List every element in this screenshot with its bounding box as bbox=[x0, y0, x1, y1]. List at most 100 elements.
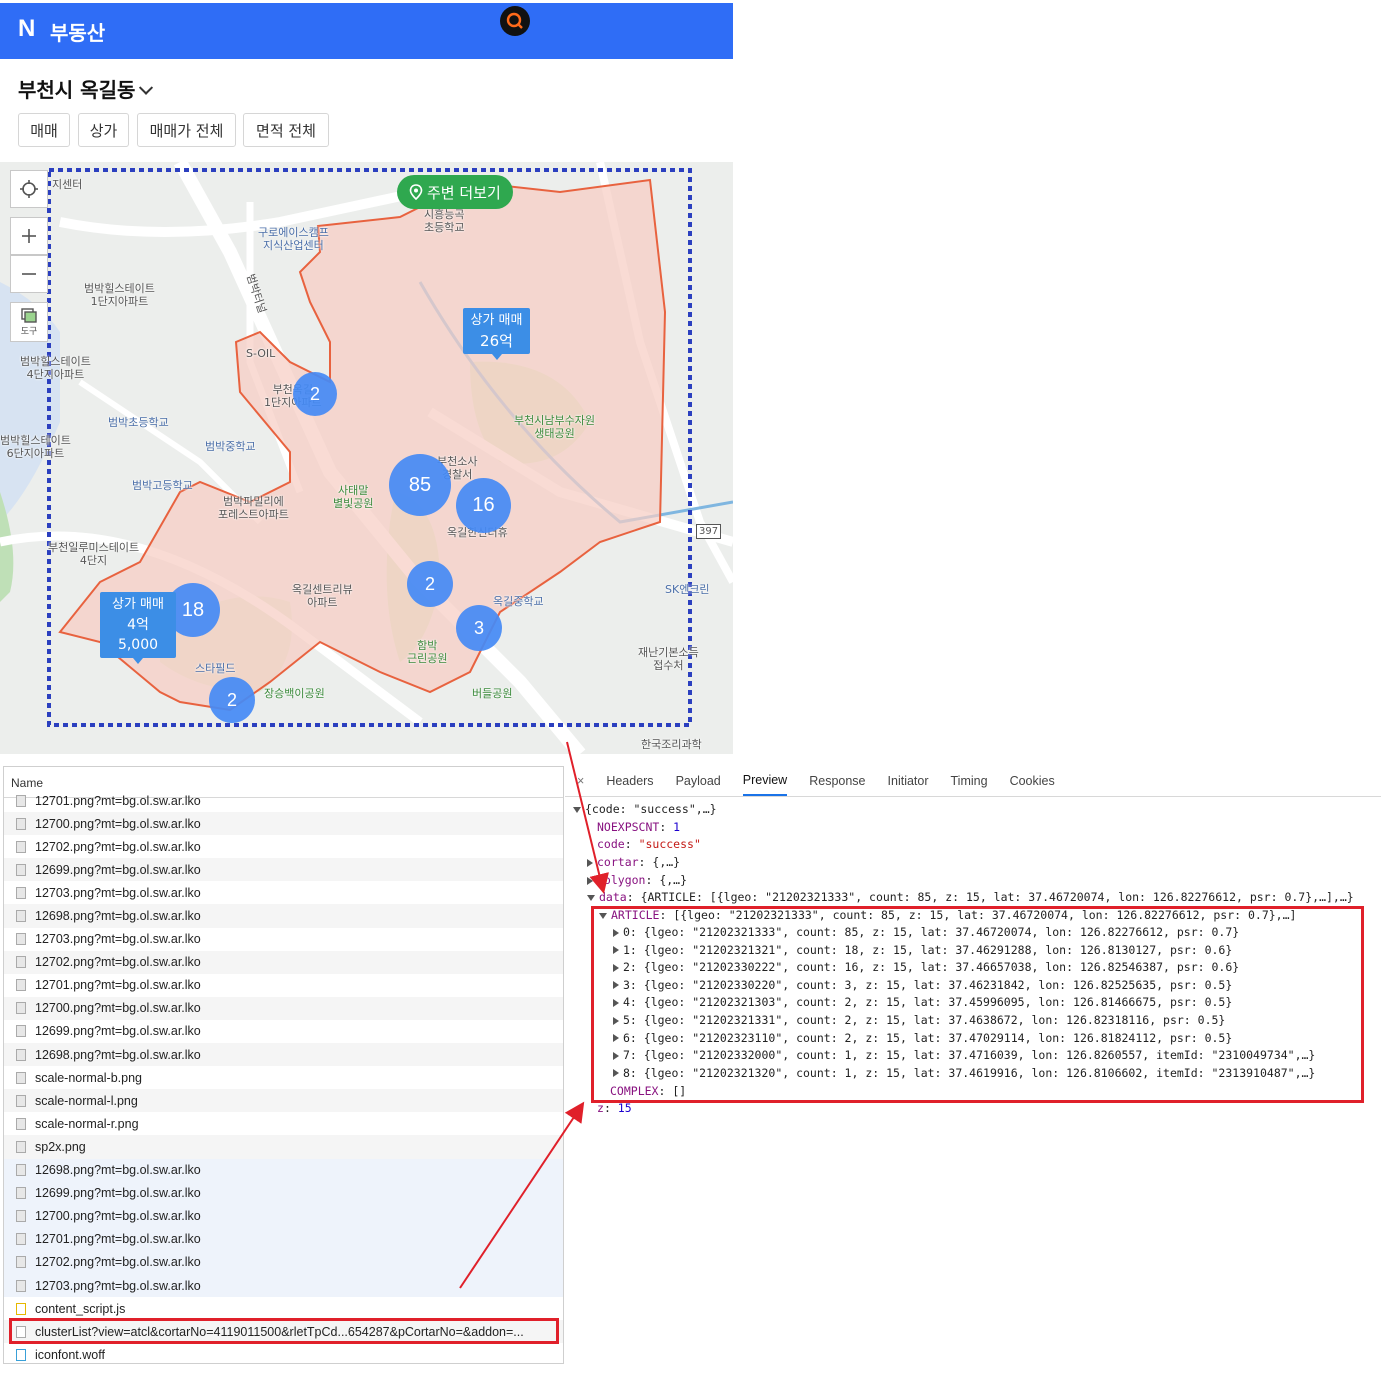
image-file-icon bbox=[16, 910, 26, 923]
tools-button[interactable]: 도구 bbox=[10, 302, 48, 342]
cluster-marker[interactable]: 2 bbox=[407, 561, 453, 607]
request-row[interactable]: 12700.png?mt=bg.ol.sw.ar.lko bbox=[4, 1204, 563, 1228]
minus-icon bbox=[22, 273, 36, 275]
request-row[interactable]: 12700.png?mt=bg.ol.sw.ar.lko bbox=[4, 812, 563, 836]
article-item[interactable]: 4: {lgeo: "21202321303", count: 2, z: 15… bbox=[613, 994, 1232, 1012]
cluster-marker[interactable]: 3 bbox=[456, 605, 502, 651]
image-file-icon bbox=[16, 1071, 26, 1084]
filter-trade-type[interactable]: 매매 bbox=[18, 113, 70, 147]
image-file-icon bbox=[16, 1233, 26, 1246]
json-property[interactable]: data: {ARTICLE: [{lgeo: "21202321333", c… bbox=[587, 889, 1354, 907]
tab-initiator[interactable]: Initiator bbox=[888, 767, 929, 795]
map-label: 범박초등학교 bbox=[108, 416, 169, 429]
request-row[interactable]: 12701.png?mt=bg.ol.sw.ar.lko bbox=[4, 974, 563, 997]
price-tag[interactable]: 상가 매매 4억 5,000 bbox=[100, 592, 176, 664]
filter-area[interactable]: 면적 전체 bbox=[243, 113, 329, 147]
article-item-text: 1: {lgeo: "21202321321", count: 18, z: 1… bbox=[623, 942, 1233, 957]
request-row[interactable]: 12699.png?mt=bg.ol.sw.ar.lko bbox=[4, 858, 563, 882]
tab-headers[interactable]: Headers bbox=[606, 767, 653, 795]
article-item[interactable]: 8: {lgeo: "21202321320", count: 1, z: 15… bbox=[613, 1065, 1315, 1083]
request-row[interactable]: content_script.js bbox=[4, 1297, 563, 1320]
image-file-icon bbox=[16, 933, 26, 946]
request-row[interactable]: scale-normal-b.png bbox=[4, 1066, 563, 1089]
cluster-marker[interactable]: 2 bbox=[293, 372, 337, 416]
request-row[interactable]: 12698.png?mt=bg.ol.sw.ar.lko bbox=[4, 1043, 563, 1067]
request-name: 12700.png?mt=bg.ol.sw.ar.lko bbox=[35, 1001, 201, 1016]
article-item[interactable]: 6: {lgeo: "21202323110", count: 2, z: 15… bbox=[613, 1030, 1232, 1048]
json-property[interactable]: cortar: {,…} bbox=[587, 854, 680, 872]
filter-property-type[interactable]: 상가 bbox=[78, 113, 129, 147]
nearby-more-button[interactable]: 주변 더보기 bbox=[397, 175, 513, 209]
request-row[interactable]: 12698.png?mt=bg.ol.sw.ar.lko bbox=[4, 904, 563, 928]
search-button[interactable] bbox=[500, 6, 530, 36]
map-label: 함박 근린공원 bbox=[407, 639, 448, 665]
current-location-button[interactable] bbox=[10, 170, 48, 208]
article-item[interactable]: 3: {lgeo: "21202330220", count: 3, z: 15… bbox=[613, 977, 1232, 995]
tab-cookies[interactable]: Cookies bbox=[1010, 767, 1055, 795]
tab-response[interactable]: Response bbox=[809, 767, 865, 795]
request-row[interactable]: 12702.png?mt=bg.ol.sw.ar.lko bbox=[4, 950, 563, 974]
map-label: 범박힐스테이트 1단지아파트 bbox=[84, 282, 155, 308]
zoom-out-button[interactable] bbox=[10, 255, 48, 293]
map-label: 시흥능곡 초등학교 bbox=[424, 208, 465, 234]
app-title[interactable]: 부동산 bbox=[50, 17, 105, 46]
json-key: cortar bbox=[597, 855, 639, 869]
tab-timing[interactable]: Timing bbox=[951, 767, 988, 795]
zoom-in-button[interactable] bbox=[10, 217, 48, 255]
price-tag[interactable]: 상가 매매 26억 bbox=[463, 308, 530, 360]
collapse-triangle-icon bbox=[613, 928, 619, 937]
close-icon[interactable]: × bbox=[577, 774, 584, 788]
image-file-icon bbox=[16, 840, 26, 853]
request-row[interactable]: iconfont.woff bbox=[4, 1343, 563, 1363]
request-row[interactable]: 12699.png?mt=bg.ol.sw.ar.lko bbox=[4, 1181, 563, 1205]
collapse-triangle-icon bbox=[587, 876, 593, 885]
cluster-marker[interactable]: 2 bbox=[209, 677, 255, 723]
request-row[interactable]: sp2x.png bbox=[4, 1135, 563, 1159]
request-row[interactable]: 12703.png?mt=bg.ol.sw.ar.lko bbox=[4, 881, 563, 904]
json-root[interactable]: {code: "success",…} bbox=[573, 801, 717, 819]
layers-icon bbox=[21, 307, 37, 323]
article-item[interactable]: 1: {lgeo: "21202321321", count: 18, z: 1… bbox=[613, 942, 1232, 960]
cluster-marker[interactable]: 85 bbox=[389, 454, 451, 516]
map-label: S-OIL bbox=[246, 347, 276, 360]
article-item[interactable]: 7: {lgeo: "21202332000", count: 1, z: 15… bbox=[613, 1047, 1315, 1065]
request-row-clusterlist[interactable]: clusterList?view=atcl&cortarNo=411901150… bbox=[4, 1320, 563, 1344]
request-row[interactable]: 12703.png?mt=bg.ol.sw.ar.lko bbox=[4, 1273, 563, 1298]
article-item[interactable]: 2: {lgeo: "21202330222", count: 16, z: 1… bbox=[613, 959, 1239, 977]
map-label: 구로에이스캠프 지식산업센터 bbox=[258, 226, 329, 252]
json-key: COMPLEX bbox=[610, 1084, 659, 1098]
image-file-icon bbox=[16, 1256, 26, 1269]
map-view[interactable]: 지센터 구로에이스캠프 지식산업센터 시흥능곡 초등학교 범박힐스테이트 1단지… bbox=[0, 162, 733, 754]
app-header: N 부동산 bbox=[0, 3, 733, 59]
locate-icon bbox=[20, 180, 38, 198]
request-name: 12703.png?mt=bg.ol.sw.ar.lko bbox=[35, 1278, 201, 1293]
naver-logo[interactable]: N bbox=[18, 17, 40, 41]
image-file-icon bbox=[16, 1187, 26, 1200]
tab-payload[interactable]: Payload bbox=[676, 767, 721, 795]
article-item-text: 0: {lgeo: "21202321333", count: 85, z: 1… bbox=[623, 925, 1240, 939]
cluster-marker[interactable]: 16 bbox=[456, 478, 511, 533]
article-item-text: 7: {lgeo: "21202332000", count: 1, z: 15… bbox=[623, 1048, 1316, 1063]
request-name: 12701.png?mt=bg.ol.sw.ar.lko bbox=[35, 793, 201, 808]
request-row[interactable]: 12702.png?mt=bg.ol.sw.ar.lko bbox=[4, 835, 563, 858]
request-name: 12698.png?mt=bg.ol.sw.ar.lko bbox=[35, 909, 201, 924]
request-row[interactable]: 12700.png?mt=bg.ol.sw.ar.lko bbox=[4, 996, 563, 1020]
request-row[interactable]: 12699.png?mt=bg.ol.sw.ar.lko bbox=[4, 1020, 563, 1043]
image-file-icon bbox=[16, 1002, 26, 1015]
article-item[interactable]: 0: {lgeo: "21202321333", count: 85, z: 1… bbox=[613, 924, 1239, 942]
request-row[interactable]: 12703.png?mt=bg.ol.sw.ar.lko bbox=[4, 928, 563, 951]
filter-price[interactable]: 매매가 전체 bbox=[137, 113, 236, 147]
request-row[interactable]: 12701.png?mt=bg.ol.sw.ar.lko bbox=[4, 1227, 563, 1251]
json-property[interactable]: polygon: {,…} bbox=[587, 872, 687, 890]
article-item-text: 3: {lgeo: "21202330220", count: 3, z: 15… bbox=[623, 977, 1233, 992]
image-file-icon bbox=[16, 1094, 26, 1107]
tab-preview[interactable]: Preview bbox=[742, 766, 788, 796]
request-row[interactable]: scale-normal-r.png bbox=[4, 1112, 563, 1135]
article-item[interactable]: 5: {lgeo: "21202321331", count: 2, z: 15… bbox=[613, 1012, 1225, 1030]
json-property[interactable]: ARTICLE: [{lgeo: "21202321333", count: 8… bbox=[599, 907, 1296, 925]
request-row[interactable]: 12698.png?mt=bg.ol.sw.ar.lko bbox=[4, 1158, 563, 1182]
location-selector[interactable]: 부천시 옥길동 bbox=[18, 74, 154, 103]
request-row[interactable]: 12701.png?mt=bg.ol.sw.ar.lko bbox=[4, 789, 563, 812]
request-row[interactable]: 12702.png?mt=bg.ol.sw.ar.lko bbox=[4, 1250, 563, 1274]
request-row[interactable]: scale-normal-l.png bbox=[4, 1089, 563, 1113]
